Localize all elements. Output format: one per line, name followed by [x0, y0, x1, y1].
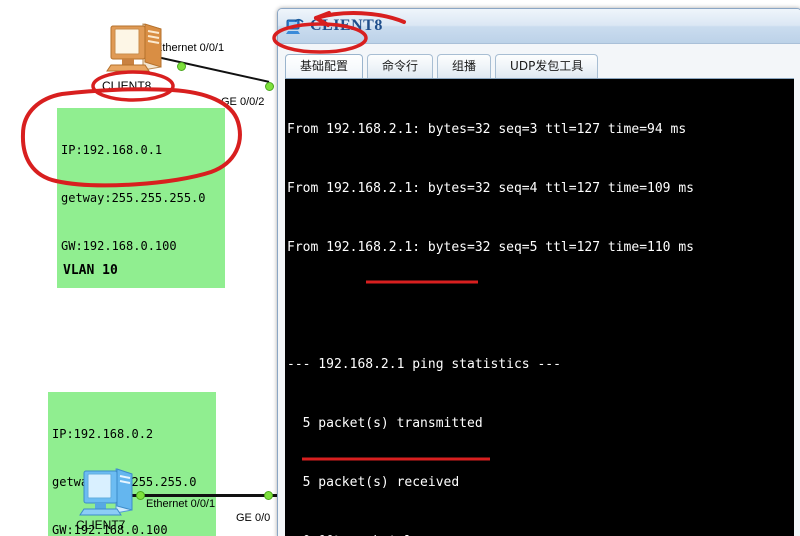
pc-orange-icon[interactable]	[97, 20, 167, 81]
terminal-line: From 192.168.2.1: bytes=32 seq=5 ttl=127…	[287, 239, 694, 255]
pc-blue-icon[interactable]	[72, 466, 138, 525]
tab-basic-config[interactable]: 基础配置	[285, 54, 364, 78]
terminal-line: 0.00% packet loss	[287, 532, 794, 536]
config-mask-client8: getway:255.255.255.0	[61, 191, 206, 205]
vlan-label: VLAN 10	[58, 262, 123, 279]
config-ip-client8: IP:192.168.0.1	[61, 143, 163, 157]
pc-blue-svg	[79, 468, 133, 516]
config-box-client8: IP:192.168.0.1 getway:255.255.255.0 GW:1…	[57, 108, 225, 288]
client8-window[interactable]: CLIENT8 基础配置 命令行 组播 UDP发包工具 From 192.168…	[277, 8, 800, 536]
client-device-icon	[286, 17, 304, 35]
link-line-client7	[130, 494, 278, 497]
tab-udp-tool[interactable]: UDP发包工具	[495, 54, 599, 78]
terminal-line: --- 192.168.2.1 ping statistics ---	[287, 357, 561, 373]
port-dot-client8-local	[177, 62, 186, 71]
tab-strip[interactable]: 基础配置 命令行 组播 UDP发包工具	[285, 52, 794, 78]
port-label-client7-remote: GE 0/0	[236, 512, 271, 524]
window-title: CLIENT8	[310, 17, 383, 34]
pc-orange-svg	[106, 23, 162, 72]
port-label-client7-local: Ethernet 0/0/1	[146, 498, 216, 510]
terminal-line: From 192.168.2.1: bytes=32 seq=3 ttl=127…	[287, 122, 687, 138]
window-body: 基础配置 命令行 组播 UDP发包工具 From 192.168.2.1: by…	[278, 44, 800, 536]
node-label-client8: CLIENT8	[102, 79, 152, 93]
terminal-line: 5 packet(s) received	[287, 474, 460, 490]
port-dot-client8-remote	[265, 82, 274, 91]
client-device-icon-svg	[286, 18, 304, 34]
terminal-output[interactable]: From 192.168.2.1: bytes=32 seq=3 ttl=127…	[285, 78, 794, 536]
window-titlebar[interactable]: CLIENT8	[278, 9, 800, 44]
screen-root: Ethernet 0/0/1 GE 0/0/2 CLIENT8 IP:192.1…	[0, 0, 800, 536]
config-gw-client8: GW:192.168.0.100	[61, 239, 177, 253]
tab-command-line[interactable]: 命令行	[367, 54, 434, 78]
node-label-client7: CLIENT7	[76, 518, 126, 532]
port-dot-client7-remote	[264, 491, 273, 500]
terminal-line: From 192.168.2.1: bytes=32 seq=4 ttl=127…	[287, 180, 694, 196]
port-label-client8-remote: GE 0/0/2	[221, 96, 265, 108]
terminal-line: 5 packet(s) transmitted	[287, 416, 483, 432]
tab-multicast[interactable]: 组播	[437, 54, 492, 78]
config-ip-client7: IP:192.168.0.2	[52, 427, 154, 441]
